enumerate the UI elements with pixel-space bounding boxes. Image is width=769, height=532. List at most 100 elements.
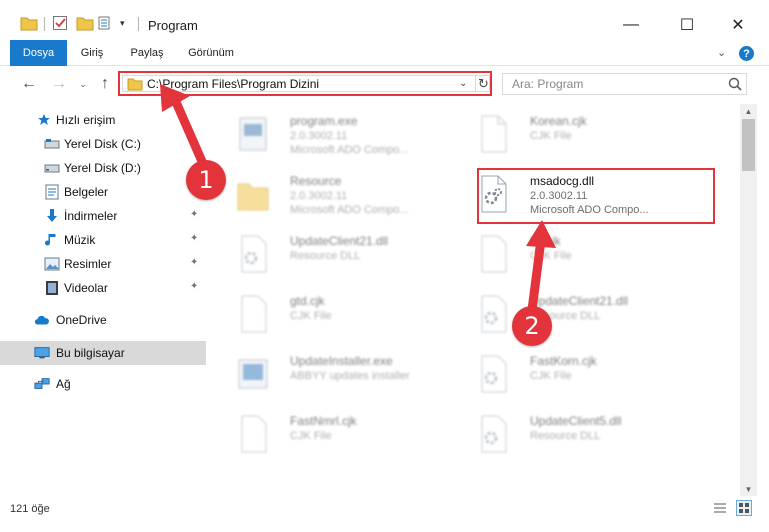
step-2-badge: 2 [512,306,552,346]
file-item[interactable]: UpdateClient21.dll Resource DLL [464,286,704,344]
file-item[interactable]: FastKorn.cjk CJK File [464,346,704,404]
file-item[interactable]: UpdateClient5.dll Resource DLL [464,406,704,464]
music-icon [44,232,60,248]
file-name: UpdateClient21.dll [530,294,629,308]
star-icon [36,112,52,128]
file-item[interactable]: hk.cjk CJK File [464,226,704,284]
customize-toolbar-icon[interactable] [98,14,114,32]
details-view-icon[interactable] [712,500,728,516]
tiles-view-icon[interactable] [736,500,752,516]
address-path[interactable]: C:\Program Files\Program Dizini [147,77,319,91]
new-folder-icon[interactable] [76,14,94,32]
exe-icon [236,114,270,154]
drive-icon [44,160,60,176]
folder-icon [236,174,270,214]
file-type: Resource DLL [530,430,601,442]
item-count: 121 öğe [10,503,50,515]
search-box[interactable]: Ara: Program [502,73,747,95]
sidebar-item-quick-access[interactable]: Hızlı erişim [0,108,206,132]
status-bar: 121 öğe [0,496,769,532]
refresh-icon[interactable]: ↻ [475,75,491,92]
up-button[interactable]: ↑ [94,74,116,94]
file-name: FastNmrl.cjk [290,414,357,428]
file-item[interactable]: Resource 2.0.3002.11 Microsoft ADO Compo… [224,166,464,224]
file-name: gtd.cjk [290,294,325,308]
scroll-up-icon[interactable]: ▲ [740,104,757,118]
address-bar[interactable]: C:\Program Files\Program Dizini ⌄ ↻ [122,75,490,92]
sidebar-item-label: Müzik [64,233,96,247]
minimize-button[interactable]: — [608,10,654,40]
sidebar-item-label: Yerel Disk (C:) [64,137,141,151]
help-icon[interactable]: ? [739,46,754,61]
scroll-down-icon[interactable]: ▼ [740,482,757,496]
videos-icon [44,280,60,296]
sidebar-item-label: Belgeler [64,185,109,199]
sidebar-item-music[interactable]: Müzik ✦ [0,228,206,252]
forward-button[interactable]: → [48,74,70,94]
toolbar-dropdown-icon[interactable]: ▾ [120,14,130,32]
file-name: hk.cjk [530,234,561,248]
file-type: ABBYY updates installer [290,370,410,382]
sidebar-item-label: Bu bilgisayar [56,346,125,360]
vertical-scrollbar[interactable]: ▲ ▼ [740,104,757,496]
file-list: program.exe 2.0.3002.11 Microsoft ADO Co… [212,104,739,496]
sidebar-item-videos[interactable]: Videolar ✦ [0,276,206,300]
close-button[interactable]: ✕ [715,10,761,40]
search-icon[interactable] [727,76,743,92]
file-name: UpdateClient5.dll [530,414,622,428]
file-name: UpdateClient21.dll [290,234,389,248]
tab-home[interactable]: Giriş [71,40,113,66]
address-bar-highlight: C:\Program Files\Program Dizini ⌄ ↻ [118,71,492,96]
ribbon-tabs: Dosya Giriş Paylaş Görünüm ⌄ ? [0,40,769,66]
address-dropdown-icon[interactable]: ⌄ [459,78,467,89]
step-1-badge: 1 [186,160,226,200]
cloud-icon [34,312,50,328]
back-button[interactable]: ← [18,74,40,94]
file-type: CJK File [290,430,332,442]
scroll-thumb[interactable] [742,119,755,171]
recent-locations-icon[interactable]: ⌄ [77,74,89,94]
network-icon [34,376,50,392]
sidebar-item-local-disk-d[interactable]: Yerel Disk (D:) [0,156,206,180]
navigation-pane: Hızlı erişim Yerel Disk (C:) ✦ Yerel Dis… [0,104,208,496]
pin-icon[interactable]: ✦ [190,281,198,292]
file-item[interactable]: gtd.cjk CJK File [224,286,464,344]
file-item[interactable]: UpdateInstaller.exe ABBYY updates instal… [224,346,464,404]
sidebar-item-local-disk-c[interactable]: Yerel Disk (C:) ✦ [0,132,206,156]
file-type: CJK File [530,130,572,142]
folder-icon[interactable] [20,14,38,32]
sidebar-item-label: Videolar [64,281,108,295]
pin-icon[interactable]: ✦ [190,257,198,268]
pin-icon[interactable]: ✦ [190,209,198,220]
file-type: CJK File [530,370,572,382]
sidebar-item-downloads[interactable]: İndirmeler ✦ [0,204,206,228]
tab-view[interactable]: Görünüm [180,40,242,66]
window-title: Program [148,18,198,33]
file-item[interactable]: program.exe 2.0.3002.11 Microsoft ADO Co… [224,106,464,164]
pin-icon[interactable]: ✦ [190,233,198,244]
properties-check-icon[interactable] [52,14,68,32]
file-name: Korean.cjk [530,114,587,128]
sidebar-item-pictures[interactable]: Resimler ✦ [0,252,206,276]
dll-icon [476,294,510,334]
pin-icon[interactable]: ✦ [190,137,198,148]
file-type: 2.0.3002.11 [290,190,348,202]
file-item[interactable]: UpdateClient21.dll Resource DLL [224,226,464,284]
maximize-button[interactable]: ☐ [664,10,710,40]
sidebar-item-label: Hızlı erişim [56,113,116,127]
sidebar-item-this-pc[interactable]: Bu bilgisayar [0,341,206,365]
sidebar-item-label: Ağ [56,377,71,391]
sidebar-item-onedrive[interactable]: OneDrive [0,308,206,332]
tab-file[interactable]: Dosya [10,40,67,66]
search-input[interactable]: Ara: Program [512,77,583,91]
file-item[interactable]: FastNmrl.cjk CJK File [224,406,464,464]
file-type: 2.0.3002.11 [290,130,348,142]
file-item[interactable]: Korean.cjk CJK File [464,106,704,164]
expand-ribbon-icon[interactable]: ⌄ [717,46,726,59]
address-row: ← → ⌄ ↑ C:\Program Files\Program Dizini … [0,66,769,104]
sidebar-item-documents[interactable]: Belgeler ✦ [0,180,206,204]
file-icon [236,414,270,454]
toolbar-separator [138,17,139,31]
tab-share[interactable]: Paylaş [122,40,172,66]
sidebar-item-network[interactable]: Ağ [0,372,206,396]
